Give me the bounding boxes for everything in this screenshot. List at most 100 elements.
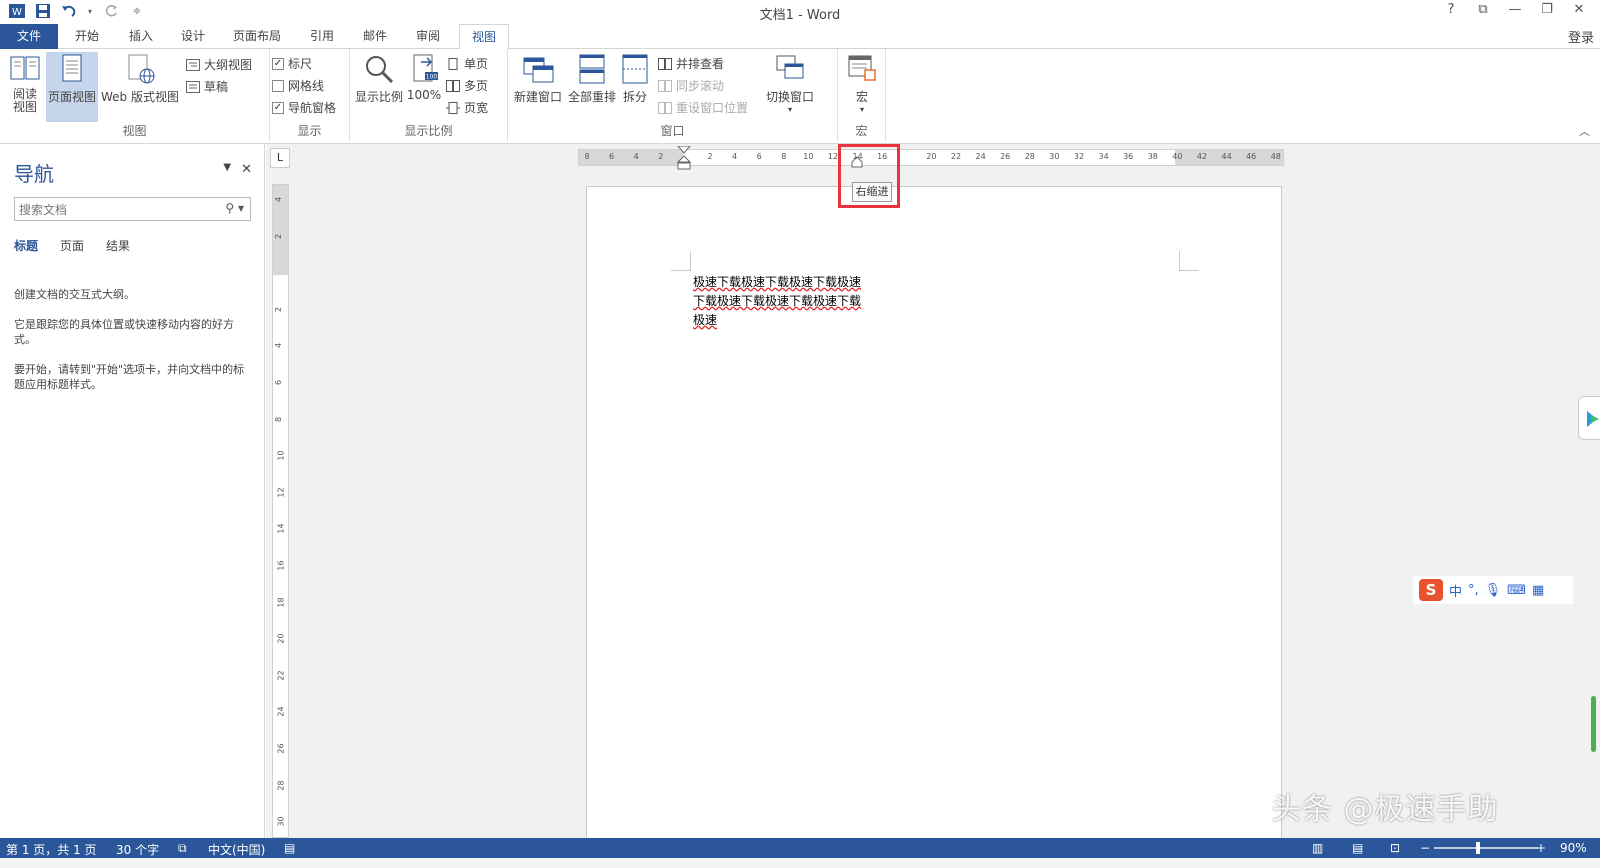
zoom-button[interactable]: 显示比例 [354, 52, 404, 105]
zoom-100-button[interactable]: 100 100% [406, 52, 442, 102]
new-window-button[interactable]: 新建窗口 [512, 52, 564, 105]
ruler-tick: 4 [732, 152, 738, 161]
document-body-text[interactable]: 极速下载极速下载极速下载极速 下载极速下载极速下载极速下载 极速 [693, 273, 873, 330]
read-mode-button[interactable]: 阅读 视图 [6, 52, 44, 114]
search-icon[interactable]: ⚲ ▾ [225, 201, 244, 215]
ruler-tick: 24 [276, 706, 286, 717]
one-page-button[interactable]: 单页 [446, 55, 488, 72]
arrange-all-button[interactable]: 全部重排 [566, 52, 618, 105]
proofing-icon[interactable]: ⧉ [178, 841, 187, 856]
web-layout-button[interactable]: Web 版式视图 [100, 52, 180, 105]
tab-design[interactable]: 设计 [176, 24, 210, 49]
nav-tabs: 标题 页面 结果 [14, 237, 130, 254]
ruler-tick: 2 [274, 306, 284, 312]
macro-record-icon[interactable]: ▤ [284, 841, 295, 855]
document-page[interactable]: 极速下载极速下载极速下载极速 下载极速下载极速下载极速下载 极速 [586, 186, 1282, 838]
vertical-ruler[interactable]: 4 2 2 4 6 8 10 12 14 16 18 20 22 24 26 28 30 [272, 184, 289, 838]
zoom-slider-thumb[interactable] [1476, 842, 1480, 854]
zoom-out-icon[interactable]: − [1420, 841, 1430, 855]
watermark-text: 头条 @极速手助 [1271, 792, 1499, 827]
switch-windows-button[interactable]: 切换窗口 ▾ [762, 52, 818, 114]
status-language[interactable]: 中文(中国) [208, 841, 265, 858]
nav-tab-results[interactable]: 结果 [106, 237, 130, 254]
nav-pane-checkbox[interactable]: ✓ 导航窗格 [272, 99, 336, 116]
nav-search-input[interactable]: 搜索文档 ⚲ ▾ [14, 197, 251, 221]
print-layout-button[interactable]: 页面视图 [46, 52, 98, 122]
zoom-in-icon[interactable]: + [1536, 841, 1546, 855]
gridlines-checkbox[interactable]: 网格线 [272, 77, 324, 94]
outline-button[interactable]: 大纲视图 [186, 56, 252, 73]
group-zoom-label: 显示比例 [404, 124, 453, 138]
switch-windows-icon [776, 55, 804, 79]
side-widget-icon[interactable] [1578, 396, 1600, 440]
ime-toolbar[interactable]: S 中 °, 🎙︎ ⌨ ▦ [1413, 576, 1573, 604]
group-window-label: 窗口 [660, 124, 685, 138]
tab-review[interactable]: 审阅 [411, 24, 445, 49]
outline-icon [186, 58, 200, 71]
nav-tab-pages[interactable]: 页面 [60, 237, 84, 254]
restore-button[interactable]: ❐ [1538, 2, 1556, 17]
ime-punctuation[interactable]: °, [1468, 583, 1479, 598]
side-by-side-icon [658, 57, 672, 70]
reset-window-position-button[interactable]: 重设窗口位置 [658, 99, 748, 116]
nav-controls: ▼ ✕ [223, 162, 252, 177]
microphone-icon[interactable]: 🎙︎ [1485, 583, 1502, 598]
status-page[interactable]: 第 1 页，共 1 页 [6, 841, 97, 858]
sync-scroll-button[interactable]: 同步滚动 [658, 77, 724, 94]
ruler-tick: 46 [1246, 152, 1257, 161]
page-width-button[interactable]: 页宽 [446, 99, 488, 116]
draft-button[interactable]: 草稿 [186, 78, 228, 95]
collapse-ribbon-icon[interactable]: ︿ [1579, 123, 1590, 139]
zoom-slider-track[interactable] [1434, 847, 1538, 849]
ribbon: 阅读 视图 页面视图 Web 版式视图 大纲视图 草稿 视图 ✓ 标尺 网格线 [0, 49, 1600, 144]
print-layout-status-icon[interactable]: ▤ [1352, 841, 1363, 855]
ruler-tick: 12 [276, 487, 286, 498]
login-link[interactable]: 登录 [1568, 27, 1594, 46]
grid-menu-icon[interactable]: ▦ [1532, 583, 1544, 598]
tab-home[interactable]: 开始 [70, 24, 104, 49]
web-layout-icon [128, 54, 155, 84]
keyboard-icon[interactable]: ⌨ [1507, 583, 1526, 598]
tab-insert[interactable]: 插入 [124, 24, 158, 49]
zoom-level[interactable]: 90% [1560, 841, 1587, 855]
ruler-tick: 4 [633, 152, 639, 161]
tab-selector[interactable]: L [270, 148, 290, 168]
multi-page-button[interactable]: 多页 [446, 77, 488, 94]
group-macros: 宏 ▾ 宏 [838, 49, 886, 142]
macros-icon [848, 55, 876, 81]
ime-language[interactable]: 中 [1449, 581, 1462, 600]
help-button[interactable]: ? [1442, 2, 1460, 17]
horizontal-ruler[interactable]: 8 6 4 2 2 4 6 8 10 12 14 16 20 22 24 26 28 30 32 34 36 38 40 42… [578, 146, 1284, 170]
group-views: 阅读 视图 页面视图 Web 版式视图 大纲视图 草稿 视图 [0, 49, 270, 142]
left-indent-marker-icon[interactable] [677, 146, 691, 172]
ruler-tick: 34 [1098, 152, 1109, 161]
web-layout-status-icon[interactable]: ⊡ [1390, 841, 1400, 855]
read-mode-status-icon[interactable]: ▥ [1312, 841, 1323, 855]
magnifier-icon [366, 56, 394, 84]
side-by-side-button[interactable]: 并排查看 [658, 55, 724, 72]
tab-mailings[interactable]: 邮件 [358, 24, 392, 49]
ruler-tick: 22 [276, 670, 286, 681]
ruler-checkbox[interactable]: ✓ 标尺 [272, 55, 312, 72]
nav-close-icon[interactable]: ✕ [241, 162, 252, 177]
nav-tab-headings[interactable]: 标题 [14, 237, 38, 254]
close-button[interactable]: ✕ [1570, 2, 1588, 17]
window-controls: ? ⧉ — ❐ ✕ [1442, 2, 1588, 17]
document-area: L 8 6 4 2 2 4 6 8 10 12 14 16 20 22 24 26 28 30 32 34 36 38 40… [266, 144, 1600, 838]
tab-layout[interactable]: 页面布局 [228, 24, 286, 49]
ruler-tick: 6 [756, 152, 762, 161]
ruler-tick: 22 [950, 152, 962, 161]
scroll-indicator[interactable] [1591, 696, 1596, 752]
status-words[interactable]: 30 个字 [116, 841, 159, 858]
tab-file[interactable]: 文件 [0, 24, 58, 49]
ruler-tick: 2 [658, 152, 664, 161]
macros-button[interactable]: 宏 ▾ [844, 52, 880, 114]
ribbon-display-options-icon[interactable]: ⧉ [1474, 2, 1492, 17]
tab-references[interactable]: 引用 [305, 24, 339, 49]
nav-options-dropdown-icon[interactable]: ▼ [223, 162, 231, 177]
taskbar-strip [0, 858, 1600, 868]
split-button[interactable]: 拆分 [620, 52, 650, 105]
tab-view[interactable]: 视图 [459, 24, 509, 50]
ruler-tick: 8 [781, 152, 787, 161]
minimize-button[interactable]: — [1506, 2, 1524, 17]
